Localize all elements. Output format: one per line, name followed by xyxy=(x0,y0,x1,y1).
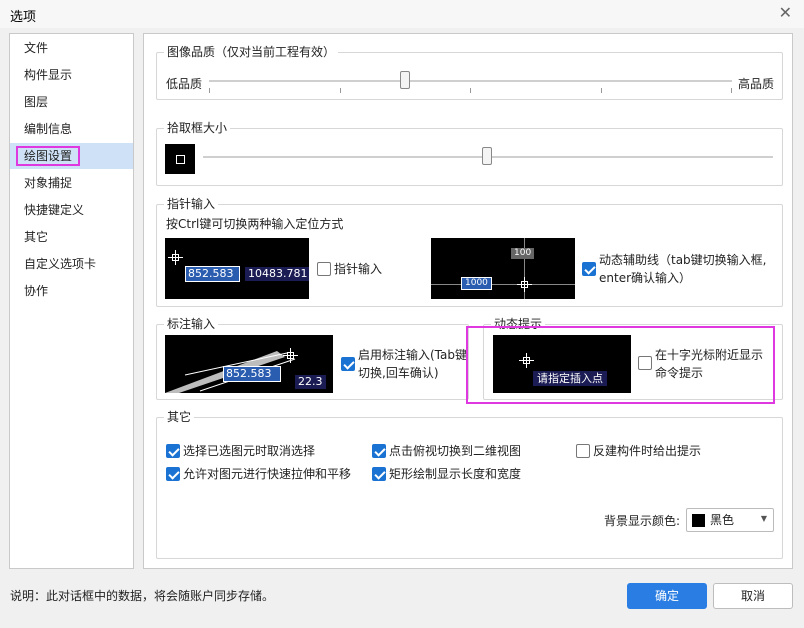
sidebar-item-file[interactable]: 文件 xyxy=(10,35,133,61)
dynamic-prompt-preview: 请指定插入点 xyxy=(493,335,631,393)
dimension-input-label-line1: 启用标注输入(Tab键 xyxy=(358,348,467,362)
sidebar-item-label: 自定义选项卡 xyxy=(24,257,97,271)
low-quality-label: 低品质 xyxy=(166,77,203,91)
pointer-input-group: 指针输入 按Ctrl键可切换两种输入定位方式 852.583 10483.781… xyxy=(156,196,783,307)
pick-box-square-icon xyxy=(176,155,185,164)
pick-box-group: 拾取框大小 xyxy=(156,120,783,186)
quality-slider-track[interactable] xyxy=(209,80,732,82)
option-checkbox-quick-stretch[interactable] xyxy=(166,467,180,481)
sidebar: 文件 构件显示 图层 编制信息 绘图设置 对象捕捉 快捷键定义 其它 自定义选项… xyxy=(9,33,134,569)
sidebar-item-object-snap[interactable]: 对象捕捉 xyxy=(10,170,133,196)
group-title: 指针输入 xyxy=(164,196,219,212)
bg-color-label: 背景显示颜色: xyxy=(604,514,681,528)
group-title: 标注输入 xyxy=(164,316,219,332)
sidebar-item-label: 协作 xyxy=(24,284,49,298)
dimension-input-preview: 852.583 22.3 xyxy=(165,335,333,393)
bg-color-value: 黑色 xyxy=(710,513,735,527)
dim-input-box: 852.583 xyxy=(223,366,281,382)
preview-value-2: 10483.781 xyxy=(245,267,309,281)
option-label: 允许对图元进行快速拉伸和平移 xyxy=(183,467,352,481)
sidebar-item-label: 绘图设置 xyxy=(15,146,81,166)
color-swatch xyxy=(692,514,705,527)
slider-tick xyxy=(209,88,210,93)
preview-input-box: 852.583 xyxy=(185,266,240,282)
dynamic-guide-label-line2: enter确认输入） xyxy=(599,271,692,285)
sidebar-item-layers[interactable]: 图层 xyxy=(10,89,133,115)
group-title: 动态提示 xyxy=(491,316,546,332)
sidebar-item-label: 图层 xyxy=(24,95,49,109)
group-title: 拾取框大小 xyxy=(164,120,231,136)
sidebar-item-label: 文件 xyxy=(24,41,49,55)
sidebar-item-drawing-settings[interactable]: 绘图设置 xyxy=(10,143,133,169)
pointer-input-checkbox-label: 指针输入 xyxy=(334,262,383,276)
sidebar-item-label: 其它 xyxy=(24,230,49,244)
prompt-preview-text: 请指定插入点 xyxy=(533,371,607,386)
option-label: 点击俯视切换到二维视图 xyxy=(389,444,522,458)
dimension-input-checkbox[interactable] xyxy=(341,357,355,371)
option-label: 矩形绘制显示长度和宽度 xyxy=(389,467,522,481)
dyn-preview-top-value: 100 xyxy=(511,248,535,259)
slider-tick xyxy=(731,88,732,93)
sidebar-item-label: 构件显示 xyxy=(24,68,73,82)
sidebar-item-collaboration[interactable]: 协作 xyxy=(10,278,133,304)
sidebar-item-other[interactable]: 其它 xyxy=(10,224,133,250)
crosshair-icon xyxy=(519,353,534,368)
footer-note: 说明：此对话框中的数据，将会随账户同步存储。 xyxy=(10,589,275,603)
option-checkbox-reverse-build[interactable] xyxy=(576,444,590,458)
dynamic-prompt-label-line2: 命令提示 xyxy=(655,366,704,380)
pointer-input-preview: 852.583 10483.781 xyxy=(165,238,309,299)
cancel-button[interactable]: 取消 xyxy=(713,583,793,609)
dyn-preview-left-value: 1000 xyxy=(461,277,492,290)
dynamic-guide-checkbox[interactable] xyxy=(582,262,596,276)
option-label: 选择已选图元时取消选择 xyxy=(183,444,316,458)
pick-box-slider-thumb[interactable] xyxy=(482,147,492,165)
sidebar-item-label: 编制信息 xyxy=(24,122,73,136)
ok-button[interactable]: 确定 xyxy=(627,583,707,609)
dim-preview-value-2: 22.3 xyxy=(295,375,326,389)
dynamic-guide-label-line1: 动态辅助线（tab键切换输入框, xyxy=(599,253,767,267)
option-checkbox-topview-2d[interactable] xyxy=(372,444,386,458)
group-title: 图像品质（仅对当前工程有效） xyxy=(164,44,339,60)
dynamic-guide-preview: 100 1000 xyxy=(431,238,575,299)
dynamic-prompt-checkbox[interactable] xyxy=(638,356,652,370)
high-quality-label: 高品质 xyxy=(738,77,775,91)
sidebar-item-label: 快捷键定义 xyxy=(24,203,85,217)
sidebar-item-label: 对象捕捉 xyxy=(24,176,73,190)
sidebar-item-custom-tabs[interactable]: 自定义选项卡 xyxy=(10,251,133,277)
close-icon[interactable]: ✕ xyxy=(779,4,792,22)
bg-color-select[interactable]: 黑色 ▼ xyxy=(686,508,774,532)
option-checkbox-deselect[interactable] xyxy=(166,444,180,458)
option-label: 反建构件时给出提示 xyxy=(593,444,702,458)
chevron-down-icon: ▼ xyxy=(760,514,767,523)
dimension-input-label-line2: 切换,回车确认) xyxy=(358,366,439,380)
pointer-input-hint: 按Ctrl键可切换两种输入定位方式 xyxy=(166,217,344,231)
image-quality-group: 图像品质（仅对当前工程有效） 低品质 高品质 xyxy=(156,44,783,100)
group-title: 其它 xyxy=(164,409,195,425)
other-group: 其它 选择已选图元时取消选择 点击俯视切换到二维视图 反建构件时给出提示 允许对… xyxy=(156,409,783,559)
slider-tick xyxy=(470,88,471,93)
crosshair-icon xyxy=(517,277,532,292)
window-title: 选项 xyxy=(10,10,37,25)
content-panel: 图像品质（仅对当前工程有效） 低品质 高品质 拾取框大小 指针输入 按Ctrl键… xyxy=(143,33,793,569)
dynamic-prompt-label-line1: 在十字光标附近显示 xyxy=(655,348,764,362)
title-bar: 选项 ✕ xyxy=(0,0,804,28)
sidebar-item-edit-info[interactable]: 编制信息 xyxy=(10,116,133,142)
pick-box-preview xyxy=(165,144,195,174)
sidebar-item-shortcuts[interactable]: 快捷键定义 xyxy=(10,197,133,223)
pointer-input-checkbox[interactable] xyxy=(317,262,331,276)
preview-value-1: 852.583 xyxy=(186,267,239,281)
crosshair-icon xyxy=(168,250,183,265)
quality-slider-thumb[interactable] xyxy=(400,71,410,89)
dynamic-prompt-group: 动态提示 请指定插入点 在十字光标附近显示 命令提示 xyxy=(483,316,783,400)
sidebar-item-component-display[interactable]: 构件显示 xyxy=(10,62,133,88)
slider-tick xyxy=(340,88,341,93)
dimension-input-group: 标注输入 852.583 22.3 启用标注输入(Tab键 切换,回车确认) xyxy=(156,316,469,400)
option-checkbox-rect-dimensions[interactable] xyxy=(372,467,386,481)
crosshair-icon xyxy=(283,348,298,363)
guide-horizontal-line xyxy=(431,284,575,285)
dim-preview-value-1: 852.583 xyxy=(224,367,280,381)
slider-tick xyxy=(601,88,602,93)
